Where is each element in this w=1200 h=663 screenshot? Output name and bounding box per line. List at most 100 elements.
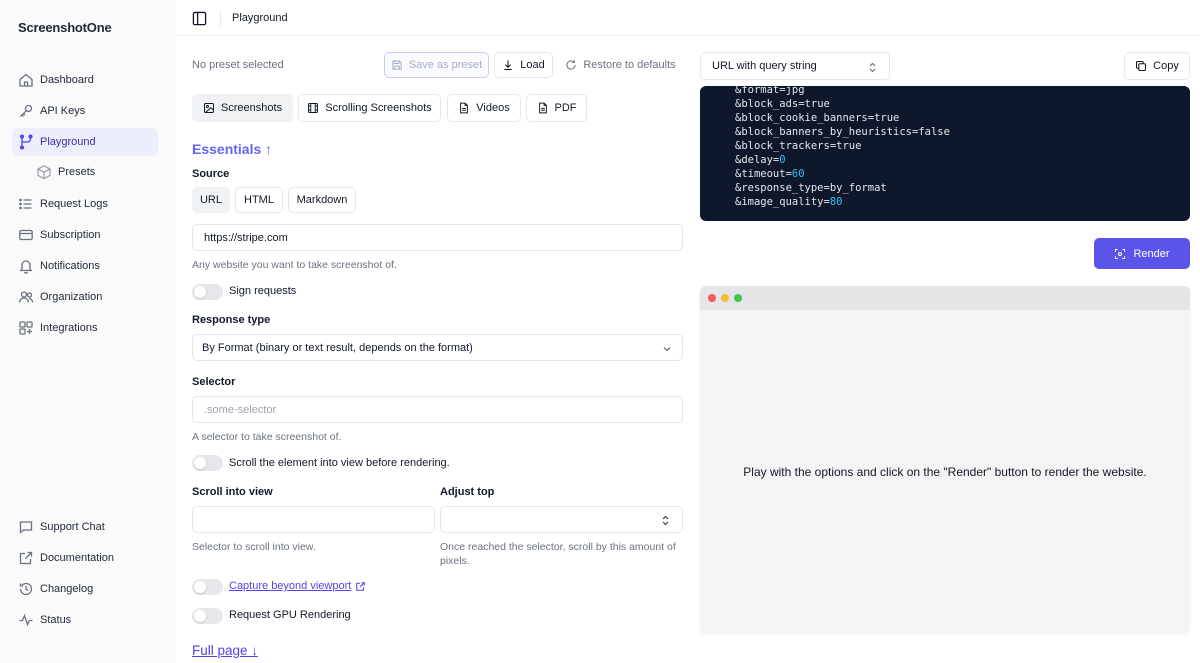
code-line: &response_type=by_format xyxy=(735,182,887,194)
copy-label: Copy xyxy=(1153,60,1179,72)
response-type-select[interactable]: By Format (binary or text result, depend… xyxy=(192,334,683,361)
output-panel: URL with query string Copy &format=jpg &… xyxy=(700,36,1200,663)
adjust-top-input[interactable] xyxy=(440,506,683,533)
gpu-rendering-switch[interactable] xyxy=(192,608,223,624)
source-html-option[interactable]: HTML xyxy=(235,187,283,213)
code-line: &delay=0 xyxy=(735,154,786,166)
capture-beyond-viewport-label: Capture beyond viewport xyxy=(229,580,366,592)
sidebar-toggle-icon[interactable] xyxy=(192,11,207,26)
code-key: &delay= xyxy=(735,154,780,166)
sidebar-item-request-logs[interactable]: Request Logs xyxy=(12,190,158,218)
code-key: &block_trackers= xyxy=(735,140,837,152)
adjust-top-label: Adjust top xyxy=(440,486,495,498)
code-value: true xyxy=(836,140,862,152)
sidebar-item-presets[interactable]: Presets xyxy=(30,158,158,186)
sidebar-item-label: Playground xyxy=(40,136,96,148)
stepper-icon[interactable] xyxy=(661,515,670,526)
sign-requests-switch[interactable] xyxy=(192,284,223,300)
preview-window: Play with the options and click on the "… xyxy=(700,286,1190,632)
card-icon xyxy=(19,229,33,241)
code-line: &format=jpg xyxy=(735,86,805,96)
load-icon xyxy=(504,60,512,71)
tab-pdf[interactable]: PDF xyxy=(526,94,587,122)
code-value: jpg xyxy=(785,86,805,96)
sidebar-item-label: Integrations xyxy=(40,322,98,334)
essentials-section-title[interactable]: Essentials ↑ xyxy=(192,141,272,157)
sidebar-item-playground[interactable]: Playground xyxy=(12,128,158,156)
playground-icon xyxy=(19,134,33,150)
sidebar-item-support-chat[interactable]: Support Chat xyxy=(12,513,158,541)
render-button[interactable]: Render xyxy=(1094,238,1190,269)
capture-beyond-viewport-link[interactable]: Capture beyond viewport xyxy=(229,580,351,592)
scroll-into-view-input[interactable] xyxy=(192,506,435,533)
sidebar-item-documentation[interactable]: Documentation xyxy=(12,544,158,572)
activity-icon xyxy=(19,613,33,627)
image-icon xyxy=(203,103,214,113)
chevron-down-icon xyxy=(663,347,671,352)
chevron-up-down-icon xyxy=(869,62,876,73)
full-page-section-title[interactable]: Full page ↓ xyxy=(192,643,258,658)
puzzle-icon xyxy=(19,321,33,335)
source-option-label: URL xyxy=(199,194,222,206)
sidebar-item-changelog[interactable]: Changelog xyxy=(12,575,158,603)
code-value: true xyxy=(804,98,830,110)
url-input[interactable]: https://stripe.com xyxy=(192,224,683,251)
code-line: &block_cookie_banners=true xyxy=(735,112,899,124)
tab-screenshots[interactable]: Screenshots xyxy=(192,94,293,122)
code-value: 80 xyxy=(829,196,843,208)
code-key: &image_quality= xyxy=(735,196,830,208)
adjust-top-help-line: pixels. xyxy=(440,555,470,567)
source-label: Source xyxy=(192,168,230,180)
code-value: 60 xyxy=(791,168,805,180)
code-value: by_format xyxy=(829,182,887,194)
restore-defaults-button[interactable]: Restore to defaults xyxy=(559,52,682,78)
scroll-into-view-label: Scroll into view xyxy=(192,486,273,498)
copy-button[interactable]: Copy xyxy=(1124,52,1190,80)
source-url-option[interactable]: URL xyxy=(192,187,230,213)
save-icon xyxy=(392,60,402,70)
list-icon xyxy=(19,198,32,210)
breadcrumb: Playground xyxy=(232,12,288,24)
code-value: false xyxy=(918,126,950,138)
save-preset-label: Save as preset xyxy=(408,59,483,71)
selector-input[interactable]: .some-selector xyxy=(192,396,683,423)
external-link-icon[interactable] xyxy=(355,581,366,592)
response-type-label: Response type xyxy=(192,314,271,326)
sidebar: ScreenshotOne Dashboard API Keys Playgro… xyxy=(0,0,176,663)
chat-icon xyxy=(19,521,33,534)
sidebar-item-subscription[interactable]: Subscription xyxy=(12,221,158,249)
restore-defaults-label: Restore to defaults xyxy=(583,59,676,71)
sidebar-item-notifications[interactable]: Notifications xyxy=(12,252,158,280)
topbar: Playground xyxy=(176,0,1200,36)
minimize-dot-icon xyxy=(721,294,729,302)
sidebar-item-label: Organization xyxy=(40,291,103,303)
scroll-element-switch[interactable] xyxy=(192,455,223,471)
sidebar-item-label: Subscription xyxy=(40,229,101,241)
code-key: &timeout= xyxy=(735,168,792,180)
capture-beyond-viewport-switch[interactable] xyxy=(192,579,223,595)
code-key: &response_type= xyxy=(735,182,830,194)
preview-titlebar xyxy=(700,286,1190,310)
sidebar-item-status[interactable]: Status xyxy=(12,606,158,634)
tab-videos[interactable]: Videos xyxy=(447,94,521,122)
sidebar-item-api-keys[interactable]: API Keys xyxy=(12,97,158,125)
sidebar-item-dashboard[interactable]: Dashboard xyxy=(12,66,158,94)
tab-label: Videos xyxy=(476,102,510,114)
playground-form: No preset selected Save as preset Load R… xyxy=(176,36,696,663)
save-preset-button[interactable]: Save as preset xyxy=(384,52,489,78)
tab-scrolling-screenshots[interactable]: Scrolling Screenshots xyxy=(298,94,441,122)
cube-icon xyxy=(37,165,51,180)
code-value: 0 xyxy=(779,154,786,166)
code-line: &block_trackers=true xyxy=(735,140,861,152)
dashboard-icon xyxy=(19,73,33,87)
source-markdown-option[interactable]: Markdown xyxy=(288,187,356,213)
sidebar-item-label: Status xyxy=(40,614,72,626)
sidebar-item-integrations[interactable]: Integrations xyxy=(12,314,158,342)
format-select[interactable]: URL with query string xyxy=(700,52,890,80)
sign-requests-label: Sign requests xyxy=(229,285,297,297)
sidebar-item-organization[interactable]: Organization xyxy=(12,283,158,311)
load-button[interactable]: Load xyxy=(494,52,553,78)
sidebar-item-label: Changelog xyxy=(40,583,94,595)
code-block[interactable]: &format=jpg &block_ads=true &block_cooki… xyxy=(700,86,1190,221)
app-logo[interactable]: ScreenshotOne xyxy=(18,20,112,35)
